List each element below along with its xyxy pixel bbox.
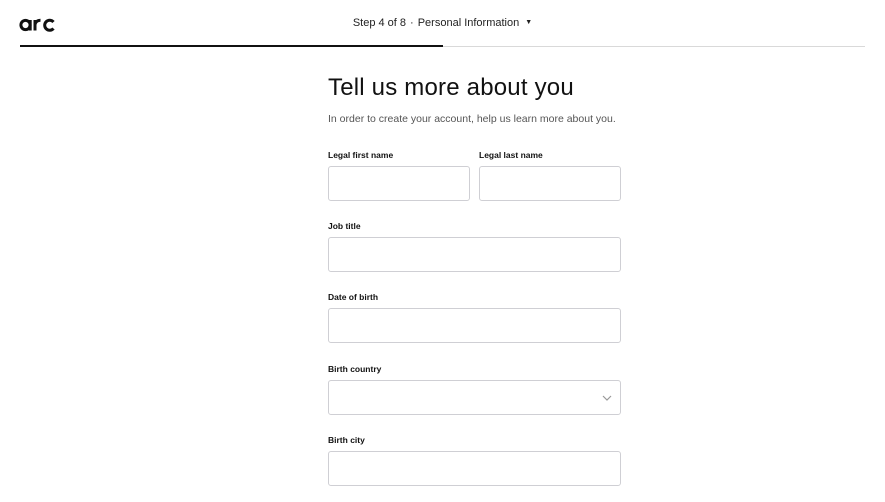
last-name-field[interactable] (479, 166, 621, 201)
birth-country-select[interactable] (328, 380, 621, 415)
birth-country-label: Birth country (328, 364, 382, 374)
progress-fill (20, 45, 443, 47)
step-indicator[interactable]: Step 4 of 8 · Personal Information ▼ (0, 17, 885, 29)
last-name-label: Legal last name (479, 150, 543, 160)
chevron-down-icon (602, 395, 612, 401)
date-of-birth-field[interactable] (328, 308, 621, 343)
step-count: Step 4 of 8 (352, 17, 407, 29)
page: Step 4 of 8 · Personal Information ▼ Tel… (0, 0, 885, 502)
personal-info-form: Tell us more about you In order to creat… (328, 72, 621, 126)
page-subtitle: In order to create your account, help us… (328, 113, 616, 125)
page-title: Tell us more about you (328, 74, 574, 101)
progress-track (20, 45, 865, 47)
first-name-label: Legal first name (328, 150, 394, 160)
job-title-label: Job title (328, 221, 361, 231)
job-title-field[interactable] (328, 237, 621, 272)
date-of-birth-label: Date of birth (328, 292, 379, 302)
section-name: Personal Information (417, 17, 520, 29)
caret-down-icon: ▼ (525, 18, 533, 26)
first-name-field[interactable] (328, 166, 470, 201)
birth-city-label: Birth city (328, 435, 365, 445)
birth-city-field[interactable] (328, 451, 621, 486)
step-separator: · (410, 17, 414, 29)
